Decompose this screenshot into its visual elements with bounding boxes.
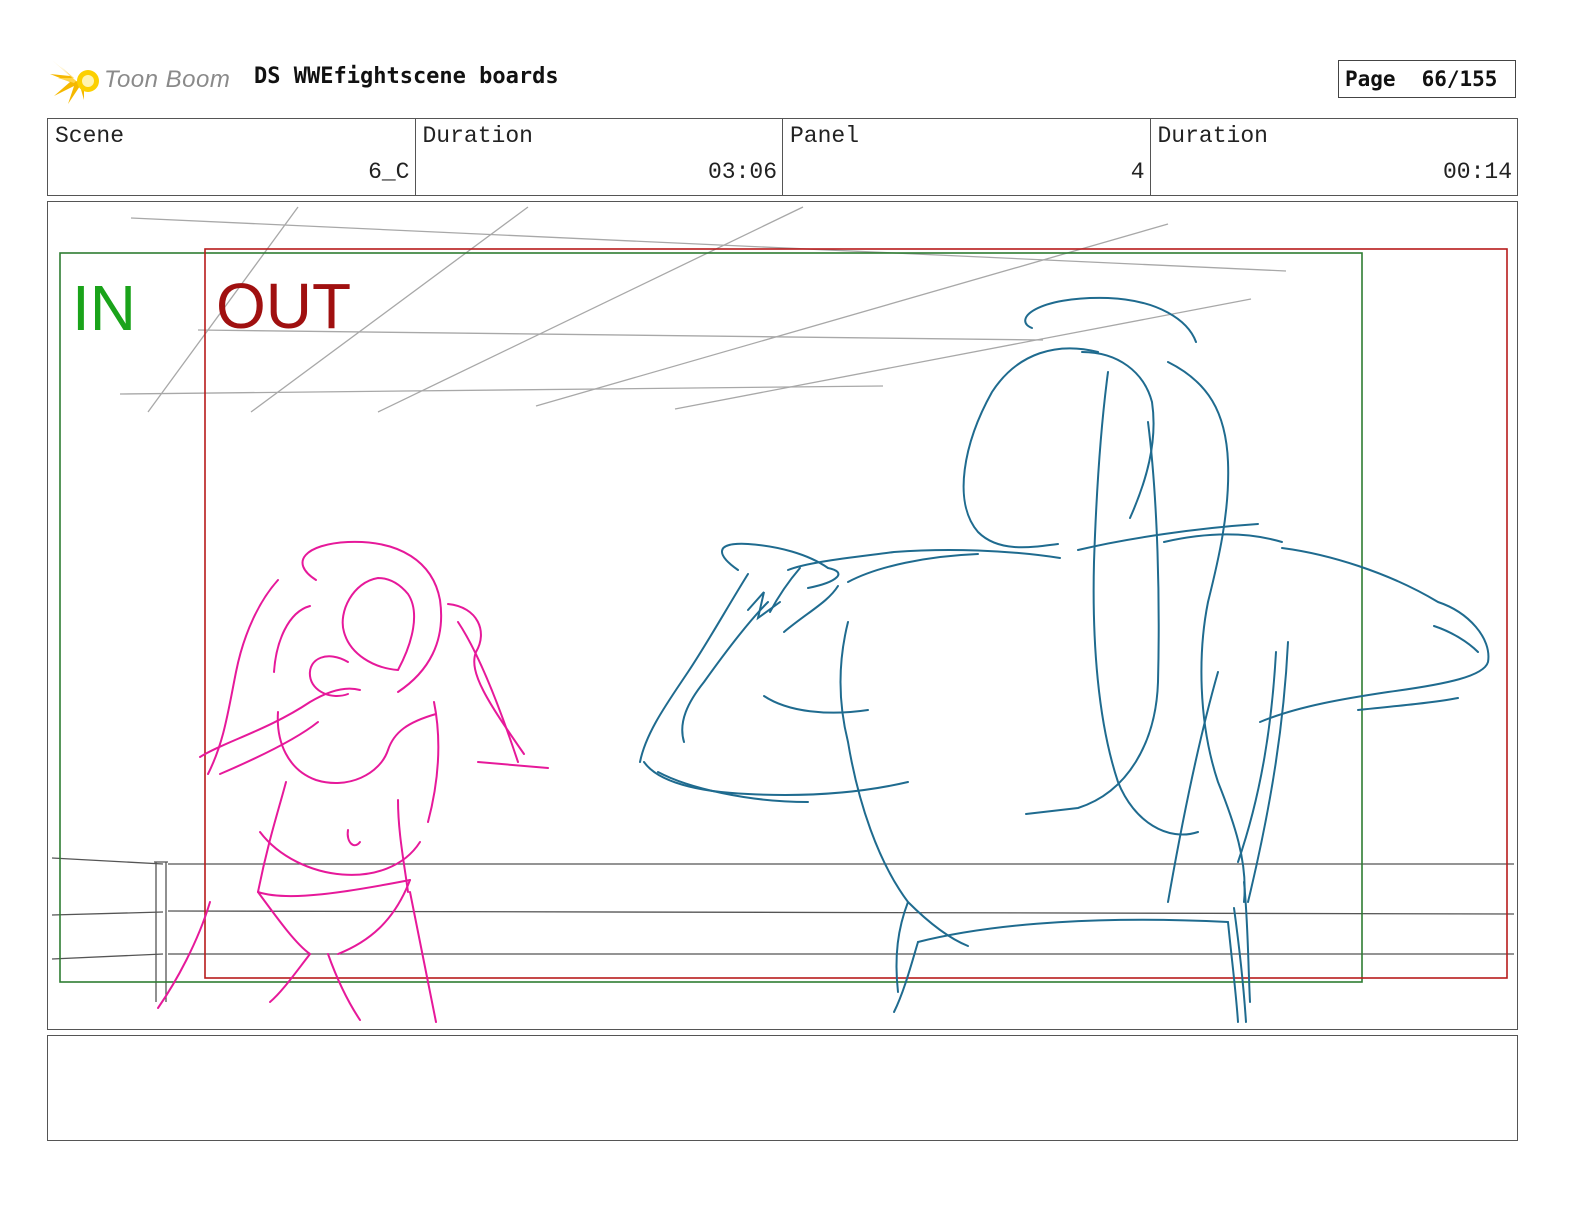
in-label: IN — [72, 272, 136, 344]
panel-label: Panel — [790, 123, 860, 149]
starburst-icon — [50, 60, 99, 104]
page-number: 66/155 — [1421, 67, 1498, 91]
panel-value: 4 — [1130, 159, 1145, 185]
panel-duration-cell: Duration 00:14 — [1151, 119, 1518, 195]
scene-info-table: Scene 6_C Duration 03:06 Panel 4 Duratio… — [47, 118, 1518, 196]
scene-duration-cell: Duration 03:06 — [416, 119, 783, 195]
document-title: DS WWEfightscene boards — [254, 64, 559, 89]
in-frame — [59, 252, 1363, 983]
left-wrestler-sketch — [157, 540, 549, 1023]
panel-duration-label: Duration — [1157, 123, 1268, 149]
page-label: Page — [1345, 67, 1396, 91]
scene-cell: Scene 6_C — [48, 119, 416, 195]
out-frame — [204, 248, 1508, 979]
scene-value: 6_C — [368, 159, 410, 185]
storyboard-panel: IN OUT — [47, 201, 1518, 1030]
ring-ropes — [51, 857, 1515, 1002]
scene-duration-label: Duration — [422, 123, 533, 149]
panel-notes-box — [47, 1035, 1518, 1141]
scene-duration-value: 03:06 — [707, 159, 777, 185]
logo-text: Toon Boom — [104, 66, 231, 93]
panel-cell: Panel 4 — [783, 119, 1151, 195]
out-label: OUT — [216, 270, 352, 342]
panel-duration-value: 00:14 — [1442, 159, 1512, 185]
toon-boom-logo: Toon Boom — [50, 56, 240, 106]
scene-label: Scene — [55, 123, 125, 149]
page-indicator: Page 66/155 — [1338, 60, 1516, 98]
